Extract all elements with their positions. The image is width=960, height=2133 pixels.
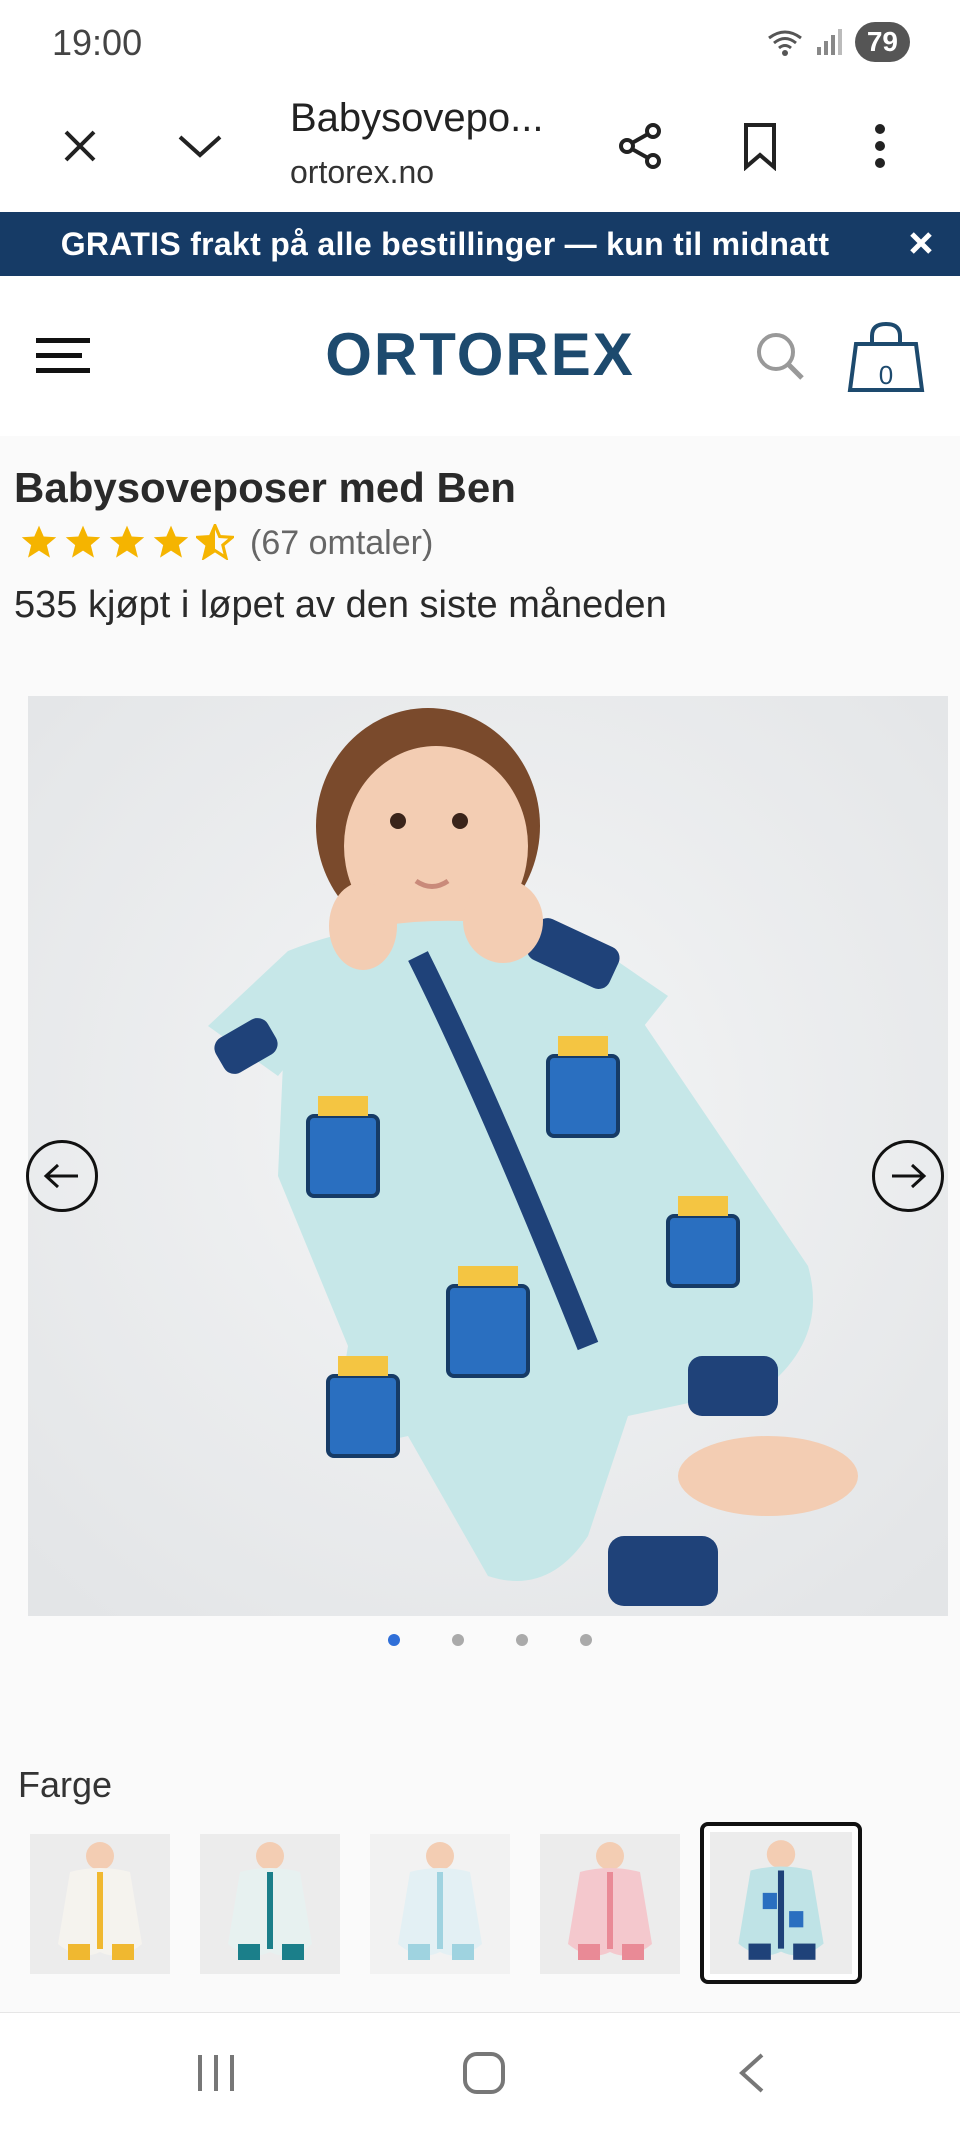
- home-button[interactable]: [454, 2043, 514, 2103]
- gallery-dot[interactable]: [452, 1634, 464, 1646]
- browser-toolbar: Babysovepo... ortorex.no: [0, 84, 960, 212]
- home-icon: [463, 2052, 505, 2094]
- color-label: Farge: [18, 1764, 113, 1805]
- status-icons: 79: [765, 22, 910, 62]
- arrow-left-icon: [43, 1163, 78, 1189]
- status-time: 19:00: [52, 22, 143, 63]
- site-header: ORTOREX 0: [0, 276, 960, 436]
- product-image[interactable]: [28, 696, 948, 1616]
- gallery-dot[interactable]: [516, 1634, 528, 1646]
- color-swatch[interactable]: [540, 1834, 680, 1974]
- cart-count: 0: [878, 360, 894, 390]
- more-menu-button[interactable]: [846, 112, 914, 180]
- system-nav-bar: [0, 2012, 960, 2133]
- cart-button[interactable]: 0: [846, 318, 926, 398]
- gallery-pagination: [0, 1634, 960, 1646]
- back-button[interactable]: [722, 2043, 782, 2103]
- arrow-right-icon: [892, 1163, 927, 1189]
- star-rating[interactable]: [20, 524, 234, 560]
- promo-close-button[interactable]: [900, 222, 942, 264]
- close-icon: [910, 232, 932, 254]
- collapse-button[interactable]: [166, 112, 234, 180]
- promo-banner: GRATIS frakt på alle bestillinger — kun …: [0, 212, 960, 276]
- gallery-prev-button[interactable]: [26, 1140, 98, 1212]
- swatch-thumbnail: [370, 1834, 510, 1974]
- gallery-dot[interactable]: [580, 1634, 592, 1646]
- purchase-count: 535 kjøpt i løpet av den siste måneden: [14, 584, 667, 626]
- search-button[interactable]: [754, 330, 806, 382]
- gallery-next-button[interactable]: [872, 1140, 944, 1212]
- product-photo-sleepsuit: [28, 696, 948, 1616]
- wifi-icon: [767, 30, 802, 56]
- battery-badge: 79: [854, 22, 910, 62]
- swatch-thumbnail: [200, 1834, 340, 1974]
- bookmark-icon: [744, 123, 776, 171]
- recent-apps-button[interactable]: [186, 2043, 246, 2103]
- product-title: Babysoveposer med Ben: [14, 464, 516, 511]
- swatch-thumbnail: [30, 1834, 170, 1974]
- close-icon: [64, 130, 96, 162]
- star-half-icon: [196, 524, 234, 560]
- swatch-thumbnail: [710, 1832, 852, 1974]
- chevron-down-icon: [178, 135, 222, 158]
- recent-apps-icon: [198, 2055, 234, 2091]
- star-icon: [109, 525, 145, 558]
- bookmark-button[interactable]: [726, 112, 794, 180]
- close-tab-button[interactable]: [46, 112, 114, 180]
- star-icon: [65, 525, 101, 558]
- status-bar: 19:00 79: [0, 0, 960, 84]
- promo-text: GRATIS frakt på alle bestillinger — kun …: [60, 226, 830, 262]
- color-swatch[interactable]: [200, 1834, 340, 1974]
- star-icon: [153, 525, 189, 558]
- back-icon: [739, 2053, 764, 2093]
- signal-icon: [816, 29, 842, 55]
- review-count[interactable]: (67 omtaler): [250, 524, 433, 563]
- product-content: Babysoveposer med Ben (67 omtaler) 535 k…: [0, 436, 960, 2012]
- share-button[interactable]: [606, 112, 674, 180]
- more-vertical-icon: [875, 124, 885, 168]
- search-icon: [757, 333, 804, 380]
- star-icon: [21, 525, 57, 558]
- color-swatch[interactable]: [370, 1834, 510, 1974]
- page-url[interactable]: ortorex.no: [290, 154, 434, 191]
- site-logo[interactable]: ORTOREX: [0, 320, 960, 389]
- share-icon: [619, 123, 661, 169]
- color-swatch[interactable]: [30, 1834, 170, 1974]
- gallery-dot[interactable]: [388, 1634, 400, 1646]
- swatch-thumbnail: [540, 1834, 680, 1974]
- color-swatch-selected[interactable]: [700, 1822, 862, 1984]
- page-title: Babysovepo...: [290, 96, 544, 140]
